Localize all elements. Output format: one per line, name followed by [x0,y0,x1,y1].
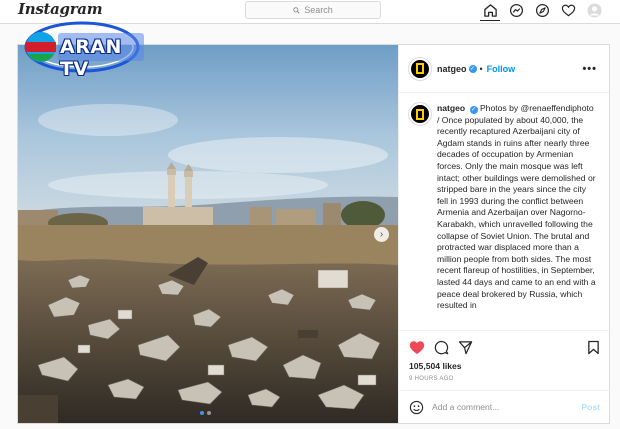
agdam-ruins-photo [18,45,398,423]
verified-badge-icon: ✓ [468,64,477,73]
comment-input[interactable]: Add a comment... [432,402,499,412]
caption-text: Photos by @renaeffendiphoto / Once popul… [437,103,596,311]
share-icon[interactable] [458,340,473,355]
post-sidebar: natgeo ✓ • Follow ••• natgeo ✓ Photos by… [398,45,610,423]
caption-verified-badge-icon: ✓ [469,106,478,114]
author-username[interactable]: natgeo [437,64,467,74]
like-heart-icon[interactable] [409,340,425,355]
post-comment-button[interactable]: Post [581,402,600,412]
next-photo-button[interactable]: › [374,227,389,242]
caption-area: natgeo ✓ Photos by @renaeffendiphoto / O… [399,93,610,329]
carousel-dot [207,411,211,415]
caption-username[interactable]: natgeo [437,103,465,113]
chevron-right-icon: › [379,229,384,240]
comment-composer: Add a comment... Post [399,390,610,423]
separator-dot: • [479,63,483,74]
profile-avatar[interactable] [586,2,602,18]
messenger-icon[interactable] [508,2,524,18]
aran-tv-watermark: ARAN TV [20,14,152,80]
post-header: natgeo ✓ • Follow ••• [399,45,609,93]
comment-icon[interactable] [434,340,449,355]
post-actions: 105,504 likes 9 HOURS AGO [399,330,610,382]
search-icon [293,6,300,14]
explore-icon[interactable] [534,2,550,18]
more-options-icon[interactable]: ••• [582,63,597,75]
carousel-indicator [200,411,211,415]
carousel-dot-active [200,411,204,415]
emoji-icon[interactable] [409,400,424,415]
caption-author-avatar[interactable] [409,103,431,125]
likes-count[interactable]: 105,504 likes [409,361,600,371]
post-photo[interactable]: › [18,45,398,423]
home-icon[interactable] [480,2,500,21]
post-timestamp[interactable]: 9 HOURS AGO [409,376,600,382]
follow-button[interactable]: Follow [487,64,516,74]
caption-text-block: natgeo ✓ Photos by @renaeffendiphoto / O… [437,103,597,329]
activity-heart-icon[interactable] [560,2,576,18]
post-card: › natgeo ✓ • Follow ••• natgeo ✓ Photos … [17,44,610,424]
search-input[interactable]: Search [245,1,381,19]
bookmark-icon[interactable] [587,340,600,355]
author-avatar[interactable] [409,57,431,80]
aran-tv-watermark-text: ARAN TV [60,36,122,80]
search-placeholder: Search [304,5,333,15]
